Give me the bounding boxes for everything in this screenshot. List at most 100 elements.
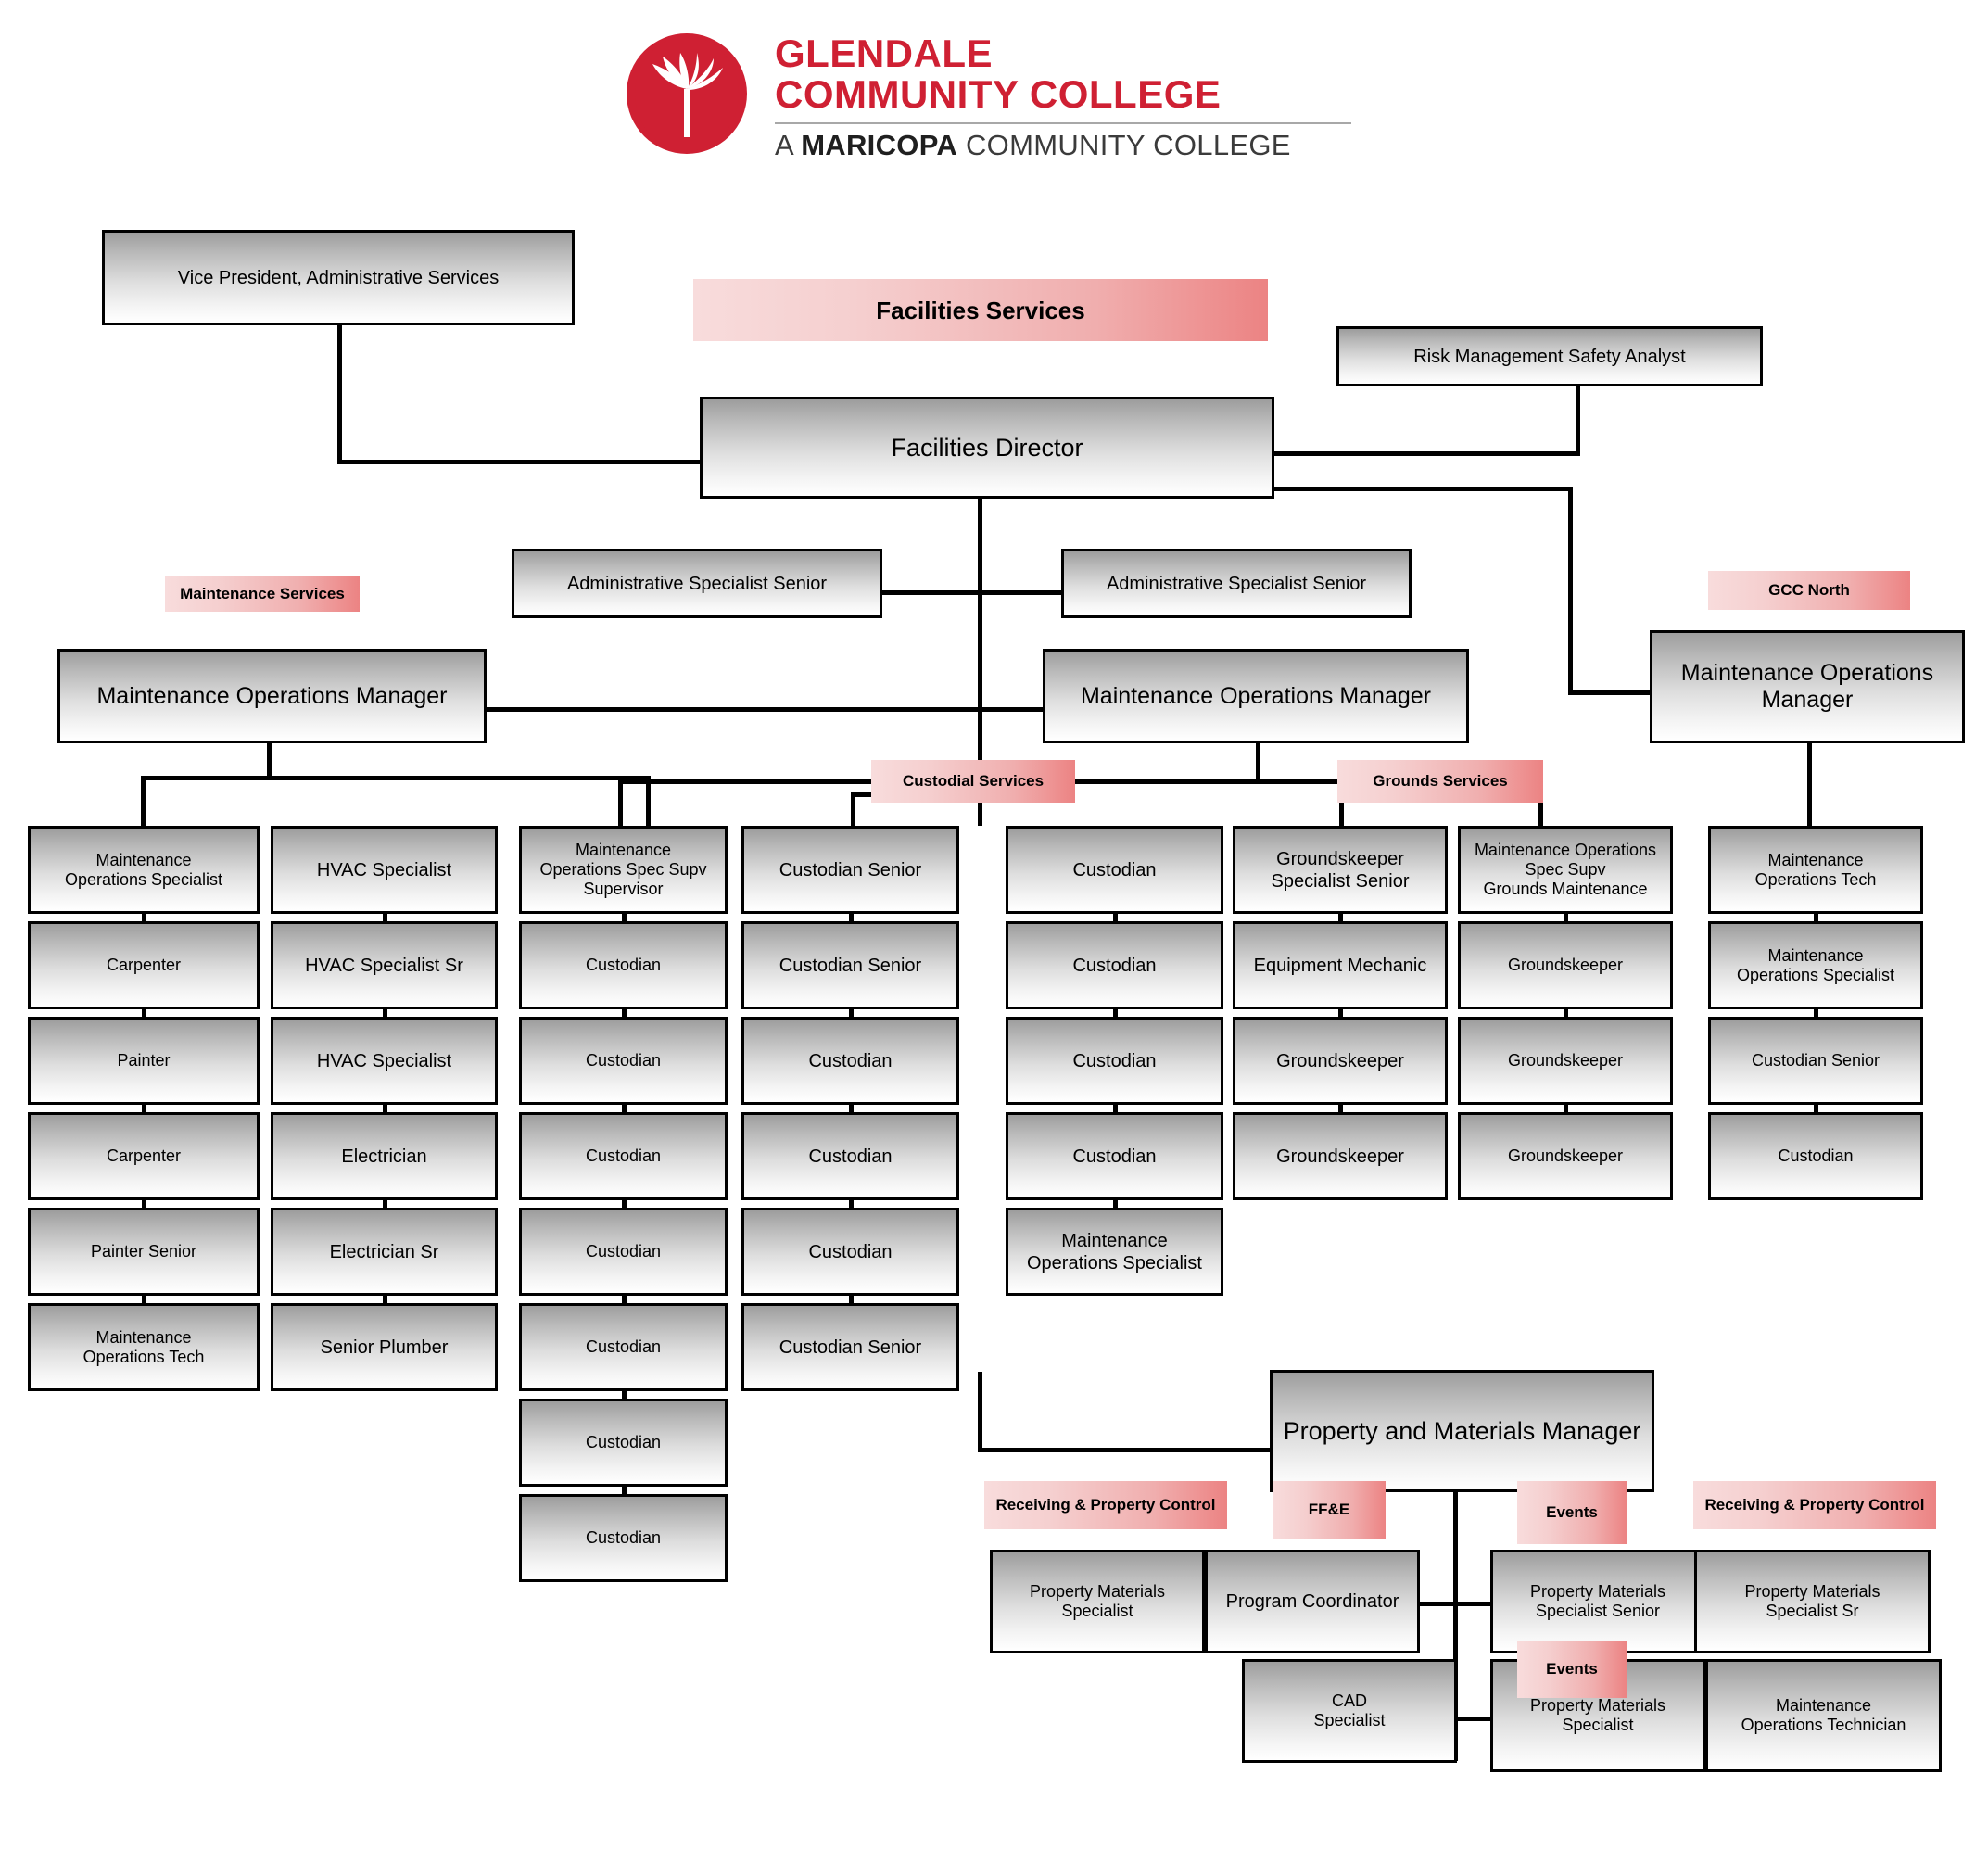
banner-label: Receiving & Property Control <box>1704 1496 1925 1514</box>
connector-grounds-col-2-1 <box>1564 914 1568 921</box>
box-label: Maintenance Operations Tech <box>1754 850 1877 889</box>
box-custodial-col-1-item-5[interactable]: Custodian <box>519 1303 728 1391</box>
box-label: Electrician <box>341 1146 427 1167</box>
box-grounds-col-2-item-0[interactable]: Maintenance Operations Spec Supv Grounds M… <box>1458 826 1673 914</box>
box-custodial-col-2-item-3[interactable]: Custodian <box>741 1112 959 1200</box>
box-grounds-col-2-item-1[interactable]: Groundskeeper <box>1458 921 1673 1009</box>
connector-custodial-col-3-2 <box>1112 1009 1118 1017</box>
box-grounds-col-2-item-3[interactable]: Groundskeeper <box>1458 1112 1673 1200</box>
box-north-col-item-3[interactable]: Custodian <box>1708 1112 1923 1200</box>
box-property-section-item-4[interactable]: CAD Specialist <box>1242 1659 1457 1763</box>
connector-director-spine <box>978 497 982 779</box>
box-grounds-col-1-item-2[interactable]: Groundskeeper <box>1233 1017 1448 1105</box>
connector-north-mgr-down <box>1807 742 1812 826</box>
box-custodial-col-2-item-1[interactable]: Custodian Senior <box>741 921 959 1009</box>
box-label: Maintenance Operations Manager <box>96 682 448 709</box>
banner-label: Facilities Services <box>876 296 1085 324</box>
box-custodial-col-3-item-3[interactable]: Custodian <box>1006 1112 1223 1200</box>
box-north-col-item-0[interactable]: Maintenance Operations Tech <box>1708 826 1923 914</box>
box-custodial-col-2-item-2[interactable]: Custodian <box>741 1017 959 1105</box>
box-property-section-item-0[interactable]: Property Materials Specialist <box>990 1550 1205 1653</box>
box-label: Custodian <box>585 1337 662 1356</box>
box-label: Electrician Sr <box>329 1241 439 1262</box>
connector-custodial-col-1-7 <box>621 1487 627 1494</box>
box-label: Custodian <box>585 1051 662 1070</box>
box-maintenance-operations-manager-north[interactable]: Maintenance Operations Manager <box>1650 630 1965 743</box>
box-custodial-col-1-item-3[interactable]: Custodian <box>519 1112 728 1200</box>
connector-manager-left-to-center <box>487 707 1043 712</box>
box-property-section-item-3[interactable]: Property Materials Specialist Sr <box>1694 1550 1931 1653</box>
box-property-section-item-2[interactable]: Property Materials Specialist Senior <box>1490 1550 1705 1653</box>
box-custodial-col-3-item-2[interactable]: Custodian <box>1006 1017 1223 1105</box>
box-maintenance-operations-manager-center[interactable]: Maintenance Operations Manager <box>1043 649 1469 743</box>
box-custodial-col-1-item-6[interactable]: Custodian <box>519 1399 728 1487</box>
box-maintenance-col-2-item-3[interactable]: Electrician <box>271 1112 498 1200</box>
box-label: HVAC Specialist <box>316 1050 452 1071</box>
box-grounds-col-1-item-1[interactable]: Equipment Mechanic <box>1233 921 1448 1009</box>
connector-custodial-col-2-5 <box>848 1296 854 1303</box>
box-custodial-col-2-item-0[interactable]: Custodian Senior <box>741 826 959 914</box>
banner-ffe: FF&E <box>1273 1481 1386 1539</box>
connector-north-in <box>1568 690 1652 695</box>
box-custodial-col-2-item-4[interactable]: Custodian <box>741 1208 959 1296</box>
box-north-col-item-1[interactable]: Maintenance Operations Specialist <box>1708 921 1923 1009</box>
box-label: Custodian Senior <box>779 859 922 880</box>
box-maintenance-operations-manager-left[interactable]: Maintenance Operations Manager <box>57 649 487 743</box>
connector-grounds-col-1-1 <box>1338 914 1343 921</box>
connector-admin-left <box>882 590 980 595</box>
box-label: Painter Senior <box>90 1242 197 1261</box>
box-property-section-item-1[interactable]: Program Coordinator <box>1205 1550 1420 1653</box>
box-facilities-director[interactable]: Facilities Director <box>700 397 1274 499</box>
box-maintenance-col-1-item-3[interactable]: Carpenter <box>28 1112 260 1200</box>
box-label: Custodian <box>1072 1146 1157 1167</box>
connector-director-to-north-h <box>1274 487 1573 491</box>
box-custodial-col-3-item-1[interactable]: Custodian <box>1006 921 1223 1009</box>
box-grounds-col-2-item-2[interactable]: Groundskeeper <box>1458 1017 1673 1105</box>
connector-left-mgr-down <box>267 742 272 779</box>
connector-custodial-spine-low <box>978 1372 982 1451</box>
box-label: Maintenance Operations Specialist <box>1736 945 1895 984</box>
connector-grounds-col-2-2 <box>1564 1009 1568 1017</box>
box-custodial-col-3-item-0[interactable]: Custodian <box>1006 826 1223 914</box>
box-label: Custodian <box>808 1241 893 1262</box>
box-risk-management-safety-analyst[interactable]: Risk Management Safety Analyst <box>1336 326 1763 386</box>
box-maintenance-col-2-item-5[interactable]: Senior Plumber <box>271 1303 498 1391</box>
box-maintenance-col-2-item-1[interactable]: HVAC Specialist Sr <box>271 921 498 1009</box>
box-label: Custodian <box>1778 1147 1854 1165</box>
box-maintenance-col-1-item-2[interactable]: Painter <box>28 1017 260 1105</box>
box-administrative-specialist-senior-right[interactable]: Administrative Specialist Senior <box>1061 549 1412 618</box>
banner-events-bottom: Events <box>1517 1641 1627 1698</box>
box-label: Maintenance Operations Manager <box>1080 682 1431 709</box>
connector-to-property-manager <box>978 1448 1270 1452</box>
box-north-col-item-2[interactable]: Custodian Senior <box>1708 1017 1923 1105</box>
box-maintenance-col-2-item-4[interactable]: Electrician Sr <box>271 1208 498 1296</box>
box-custodial-col-3-item-4[interactable]: Maintenance Operations Specialist <box>1006 1208 1223 1296</box>
box-maintenance-col-1-item-5[interactable]: Maintenance Operations Tech <box>28 1303 260 1391</box>
box-property-and-materials-manager[interactable]: Property and Materials Manager <box>1270 1370 1654 1492</box>
box-custodial-col-1-item-4[interactable]: Custodian <box>519 1208 728 1296</box>
box-maintenance-col-1-item-0[interactable]: Maintenance Operations Specialist <box>28 826 260 914</box>
box-label: CAD Specialist <box>1313 1691 1386 1729</box>
box-custodial-col-1-item-2[interactable]: Custodian <box>519 1017 728 1105</box>
box-vice-president[interactable]: Vice President, Administrative Services <box>102 230 575 325</box>
box-custodial-col-2-item-5[interactable]: Custodian Senior <box>741 1303 959 1391</box>
box-label: Painter <box>117 1051 171 1070</box>
box-custodial-col-1-item-7[interactable]: Custodian <box>519 1494 728 1582</box>
box-maintenance-col-2-item-2[interactable]: HVAC Specialist <box>271 1017 498 1105</box>
connector-maintenance-col-1-3 <box>142 1105 146 1112</box>
box-maintenance-col-1-item-4[interactable]: Painter Senior <box>28 1208 260 1296</box>
box-property-section-item-6[interactable]: Maintenance Operations Technician <box>1705 1659 1942 1772</box>
box-label: Groundskeeper <box>1507 1051 1624 1070</box>
box-label: Facilities Director <box>891 433 1083 462</box>
banner-label: Grounds Services <box>1373 772 1508 790</box>
box-custodial-col-1-item-0[interactable]: Maintenance Operations Spec Supv Superviso… <box>519 826 728 914</box>
box-administrative-specialist-senior-left[interactable]: Administrative Specialist Senior <box>512 549 882 618</box>
box-maintenance-col-1-item-1[interactable]: Carpenter <box>28 921 260 1009</box>
box-grounds-col-1-item-0[interactable]: Groundskeeper Specialist Senior <box>1233 826 1448 914</box>
box-label: Maintenance Operations Technician <box>1741 1696 1906 1734</box>
box-maintenance-col-2-item-0[interactable]: HVAC Specialist <box>271 826 498 914</box>
box-label: Administrative Specialist Senior <box>1106 573 1367 594</box>
box-grounds-col-1-item-3[interactable]: Groundskeeper <box>1233 1112 1448 1200</box>
box-custodial-col-1-item-1[interactable]: Custodian <box>519 921 728 1009</box>
box-label: HVAC Specialist Sr <box>305 955 463 976</box>
